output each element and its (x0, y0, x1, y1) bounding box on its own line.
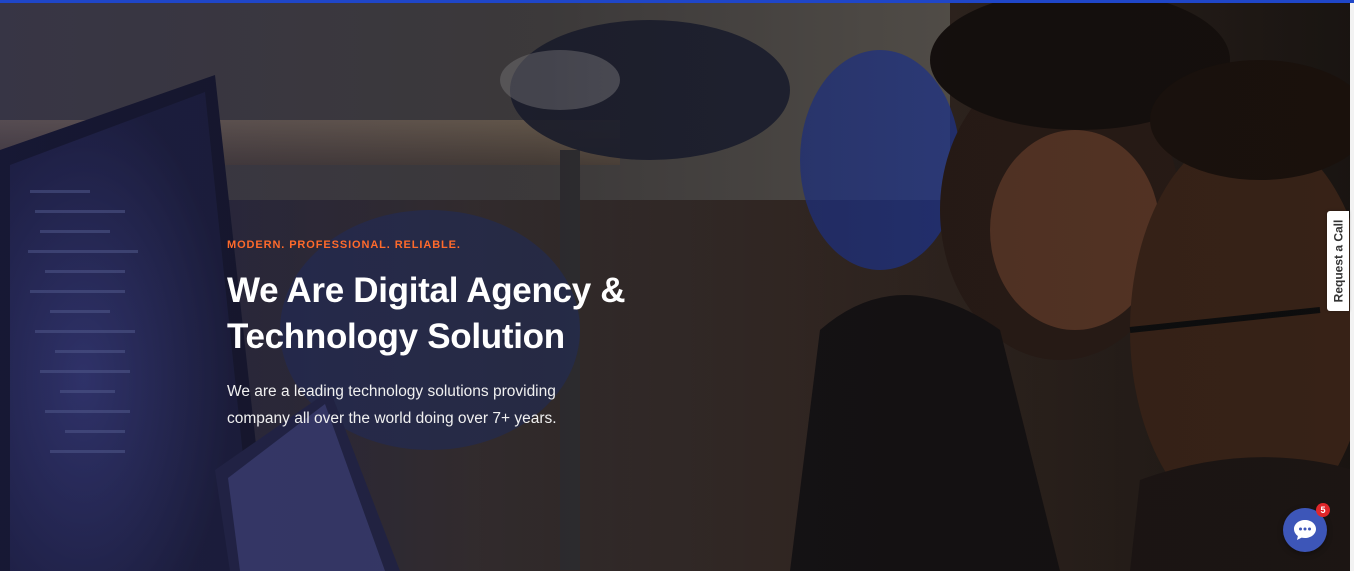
hero-description-line-2: company all over the world doing over 7+… (227, 410, 557, 427)
chat-notification-badge: 5 (1316, 503, 1330, 517)
hero-title-line-1: We Are Digital Agency & (227, 271, 626, 310)
chat-bubble-icon (1294, 520, 1316, 540)
page-scrollbar-edge (1350, 0, 1354, 571)
hero-content: MODERN. PROFESSIONAL. RELIABLE. We Are D… (227, 238, 747, 432)
top-accent-bar (0, 0, 1354, 3)
hero-title-line-2: Technology Solution (227, 317, 565, 356)
request-call-label: Request a Call (1331, 219, 1346, 303)
hero-description-line-1: We are a leading technology solutions pr… (227, 383, 556, 400)
hero-title: We Are Digital Agency & Technology Solut… (227, 268, 747, 360)
hero-section: MODERN. PROFESSIONAL. RELIABLE. We Are D… (0, 0, 1354, 571)
hero-description: We are a leading technology solutions pr… (227, 378, 747, 432)
hero-tagline: MODERN. PROFESSIONAL. RELIABLE. (227, 239, 461, 251)
request-call-button[interactable]: Request a Call (1327, 211, 1349, 311)
